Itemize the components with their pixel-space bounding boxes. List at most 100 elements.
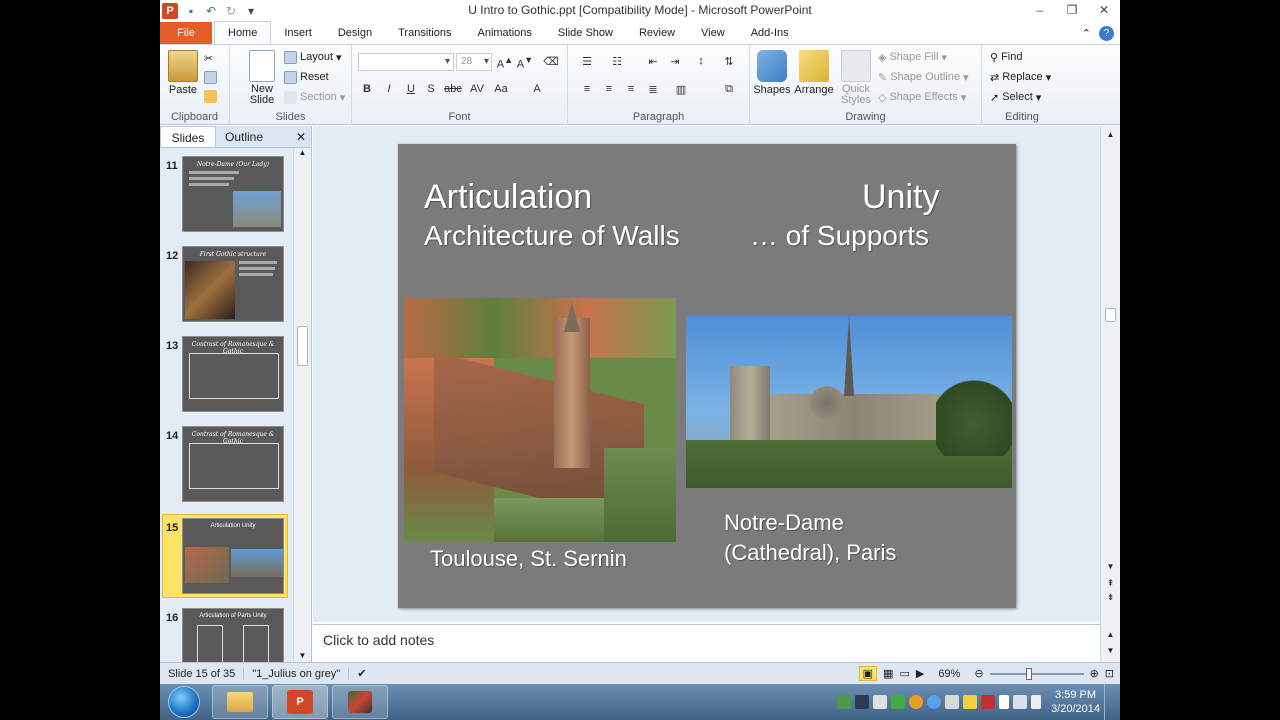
quick-styles-button[interactable]: Quick Styles: [836, 50, 876, 106]
align-right-icon[interactable]: ≡: [622, 83, 640, 95]
powerpoint-taskbar-button[interactable]: P: [272, 685, 328, 719]
slide-heading-right[interactable]: Unity: [862, 178, 939, 217]
character-spacing-icon[interactable]: AV: [468, 83, 486, 95]
tab-transitions[interactable]: Transitions: [385, 22, 464, 44]
arrange-button[interactable]: Arrange: [794, 50, 834, 96]
tab-outline[interactable]: Outline: [216, 126, 272, 147]
decrease-indent-icon[interactable]: ⇤: [644, 55, 662, 68]
scroll-down-icon[interactable]: ▼: [294, 651, 311, 660]
find-button[interactable]: ⚲ Find: [990, 48, 1022, 66]
scroll-up-icon[interactable]: ▲: [1101, 130, 1120, 139]
clock[interactable]: 3:59 PM 3/20/2014: [1051, 688, 1100, 716]
layout-button[interactable]: Layout ▾: [284, 48, 342, 66]
shape-effects-button[interactable]: ◇ Shape Effects ▾: [878, 88, 966, 106]
toulouse-st-sernin-photo[interactable]: [404, 298, 676, 542]
bold-icon[interactable]: B: [358, 83, 376, 95]
help-icon[interactable]: ?: [1099, 25, 1114, 41]
fit-to-window-icon[interactable]: ⊡: [1105, 667, 1114, 680]
current-slide[interactable]: Articulation Unity Architecture of Walls…: [398, 144, 1016, 608]
network-icon[interactable]: [1013, 695, 1028, 709]
slide-sorter-icon[interactable]: ▦: [883, 667, 893, 680]
shape-outline-button[interactable]: ✎ Shape Outline ▾: [878, 68, 968, 86]
tab-view[interactable]: View: [688, 22, 738, 44]
save-icon[interactable]: ▪: [184, 4, 198, 18]
smartart-icon[interactable]: ⧉: [720, 83, 738, 96]
tab-insert[interactable]: Insert: [271, 22, 325, 44]
tray-app-icon-2[interactable]: [855, 695, 870, 709]
tab-slide-show[interactable]: Slide Show: [545, 22, 626, 44]
notes-scroll-up-icon[interactable]: ▲: [1101, 630, 1120, 639]
text-direction-icon[interactable]: ⇅: [720, 55, 738, 68]
tab-review[interactable]: Review: [626, 22, 688, 44]
numbering-icon[interactable]: ☷: [608, 55, 626, 68]
notes-pane[interactable]: Click to add notes: [313, 624, 1100, 662]
align-left-icon[interactable]: ≡: [578, 83, 596, 95]
start-button-icon[interactable]: [168, 686, 200, 718]
tray-app-icon-9[interactable]: [981, 695, 996, 709]
shadow-icon[interactable]: S: [422, 83, 440, 95]
tray-app-icon-6[interactable]: [927, 695, 942, 709]
clear-formatting-icon[interactable]: ⌫: [542, 55, 560, 68]
minimize-button[interactable]: –: [1024, 0, 1056, 20]
scroll-down-icon[interactable]: ▼: [1101, 562, 1120, 571]
flag-icon[interactable]: [999, 695, 1010, 709]
zoom-slider-thumb[interactable]: [1025, 667, 1032, 680]
tab-animations[interactable]: Animations: [465, 22, 545, 44]
tab-add-ins[interactable]: Add-Ins: [738, 22, 802, 44]
copy-button[interactable]: [204, 68, 217, 86]
tab-file[interactable]: File: [160, 22, 212, 44]
next-slide-icon[interactable]: ⇟: [1101, 592, 1120, 603]
zoom-in-icon[interactable]: ⊕: [1090, 667, 1099, 680]
tray-app-icon-7[interactable]: [945, 695, 960, 709]
cut-button[interactable]: ✂: [204, 49, 213, 67]
spell-check-icon[interactable]: ✔: [349, 667, 374, 680]
show-desktop-button[interactable]: [1104, 684, 1116, 720]
powerpoint-logo-icon[interactable]: P: [162, 3, 178, 19]
font-name-box[interactable]: ▾: [358, 53, 454, 71]
volume-icon[interactable]: [1031, 695, 1042, 709]
caption-toulouse[interactable]: Toulouse, St. Sernin: [430, 546, 627, 572]
slide-scrollbar[interactable]: ▲ ▼ ⇞ ⇟ ▲ ▼: [1100, 126, 1120, 662]
italic-icon[interactable]: I: [380, 83, 398, 95]
customize-qat-icon[interactable]: ▾: [244, 4, 258, 18]
justify-icon[interactable]: ≣: [644, 83, 662, 96]
slide-show-icon[interactable]: ▶: [916, 667, 924, 680]
shape-fill-button[interactable]: ◈ Shape Fill ▾: [878, 48, 947, 66]
scroll-thumb[interactable]: [1105, 308, 1116, 322]
tray-app-icon-1[interactable]: [837, 695, 852, 709]
zoom-slider[interactable]: [989, 667, 1084, 680]
shapes-button[interactable]: Shapes: [752, 50, 792, 96]
shrink-font-icon[interactable]: A▼: [516, 55, 534, 71]
close-button[interactable]: ✕: [1088, 0, 1120, 20]
font-size-box[interactable]: 28 ▾: [456, 53, 492, 71]
replace-button[interactable]: ⇄ Replace ▾: [990, 68, 1051, 86]
tray-app-icon-4[interactable]: [891, 695, 906, 709]
paste-button[interactable]: Paste: [163, 50, 203, 96]
zoom-level[interactable]: 69%: [930, 668, 968, 680]
file-explorer-taskbar-button[interactable]: [212, 685, 268, 719]
close-pane-icon[interactable]: ✕: [291, 126, 311, 147]
bullets-icon[interactable]: ☰: [578, 55, 596, 68]
increase-indent-icon[interactable]: ⇥: [666, 55, 684, 68]
previous-slide-icon[interactable]: ⇞: [1101, 578, 1120, 589]
app-taskbar-button[interactable]: [332, 685, 388, 719]
underline-icon[interactable]: U: [402, 83, 420, 95]
redo-icon[interactable]: ↻: [224, 4, 238, 18]
slide-subheading-right[interactable]: … of Supports: [750, 220, 929, 252]
scroll-up-icon[interactable]: ▲: [294, 148, 311, 157]
undo-icon[interactable]: ↶: [204, 4, 218, 18]
align-center-icon[interactable]: ≡: [600, 83, 618, 95]
columns-icon[interactable]: ▥: [672, 83, 690, 96]
new-slide-button[interactable]: New Slide: [242, 50, 282, 106]
tab-design[interactable]: Design: [325, 22, 385, 44]
select-button[interactable]: ➚ Select ▾: [990, 88, 1041, 106]
scroll-thumb[interactable]: [297, 326, 308, 366]
normal-view-icon[interactable]: ▣: [858, 666, 878, 681]
minimize-ribbon-icon[interactable]: ⌃: [1082, 27, 1091, 40]
zoom-out-icon[interactable]: ⊖: [974, 667, 983, 680]
notes-scroll-down-icon[interactable]: ▼: [1101, 646, 1120, 655]
slides-pane-scrollbar[interactable]: ▲ ▼: [293, 148, 311, 662]
tray-app-icon-5[interactable]: [909, 695, 924, 709]
reading-view-icon[interactable]: ▭: [899, 667, 909, 680]
strikethrough-icon[interactable]: abc: [444, 83, 462, 95]
